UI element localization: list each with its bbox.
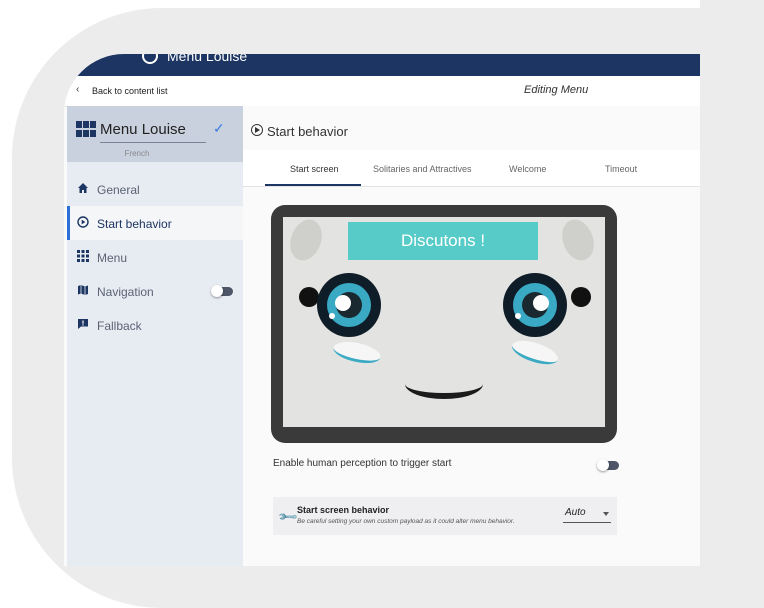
menu-header: Menu Louise ✓ French <box>67 106 243 162</box>
sidebar: Menu Louise ✓ French General Start behav… <box>67 106 243 566</box>
play-circle-icon <box>77 216 91 230</box>
back-to-content-list-link[interactable]: Back to content list <box>92 86 168 96</box>
welcome-banner: Discutons ! <box>348 222 538 260</box>
sidebar-item-general[interactable]: General <box>67 172 243 206</box>
start-screen-behavior-select[interactable]: Auto <box>563 504 611 523</box>
navigation-toggle[interactable] <box>211 285 233 297</box>
chevron-down-icon <box>603 512 609 516</box>
smile-shape <box>405 369 483 399</box>
tab-solitaries-and-attractives[interactable]: Solitaries and Attractives <box>373 164 472 174</box>
toggle-knob <box>211 285 223 297</box>
play-circle-icon <box>251 124 263 136</box>
left-ear-shape <box>284 217 328 265</box>
start-screen-behavior-hint: Be careful setting your own custom paylo… <box>297 518 515 525</box>
menu-grid-icon <box>76 121 96 137</box>
grid-icon <box>77 250 91 264</box>
tab-bar: Start screen Solitaries and Attractives … <box>243 150 764 187</box>
app-logo-icon <box>142 54 158 64</box>
right-tear-shape <box>509 336 561 369</box>
back-arrow-icon[interactable]: ‹ <box>76 84 79 95</box>
sidebar-item-start-behavior[interactable]: Start behavior <box>67 206 243 240</box>
tab-welcome[interactable]: Welcome <box>509 164 546 174</box>
active-indicator <box>67 206 70 240</box>
app-title: Menu Louise <box>167 54 248 64</box>
active-tab-indicator <box>265 184 361 186</box>
right-ear-shape <box>556 217 600 265</box>
menu-name[interactable]: Menu Louise <box>100 121 186 138</box>
sidebar-item-label: General <box>97 183 140 197</box>
sidebar-item-navigation[interactable]: Navigation <box>67 274 243 308</box>
sidebar-item-label: Menu <box>97 251 128 265</box>
frame-right-edge <box>700 0 764 605</box>
right-outer-dot <box>571 287 591 307</box>
start-screen-behavior-title: Start screen behavior <box>297 505 390 515</box>
perception-toggle[interactable] <box>597 459 619 471</box>
app-window: Menu Louise ‹ Back to content list Editi… <box>64 54 764 566</box>
sub-bar: ‹ Back to content list Editing Menu <box>64 76 764 107</box>
alert-message-icon <box>77 318 91 332</box>
top-bar: Menu Louise <box>64 54 764 76</box>
sidebar-item-label: Navigation <box>97 285 154 299</box>
section-title: Start behavior <box>267 124 348 139</box>
sidebar-item-label: Fallback <box>97 319 142 333</box>
tab-timeout[interactable]: Timeout <box>605 164 637 174</box>
tab-start-screen[interactable]: Start screen <box>290 164 339 174</box>
menu-language: French <box>124 149 150 158</box>
start-screen-behavior-card: 🔧 Start screen behavior Be careful setti… <box>273 497 617 535</box>
sidebar-item-fallback[interactable]: Fallback <box>67 308 243 342</box>
select-value: Auto <box>565 507 586 518</box>
right-eye <box>503 273 567 337</box>
sidebar-item-menu[interactable]: Menu <box>67 240 243 274</box>
home-icon <box>77 182 91 196</box>
left-tear-shape <box>331 338 383 367</box>
start-screen-preview: Discutons ! <box>271 205 617 443</box>
editing-label: Editing Menu <box>524 84 589 96</box>
left-outer-dot <box>299 287 319 307</box>
left-eye <box>317 273 381 337</box>
toggle-knob <box>597 459 609 471</box>
menu-name-underline <box>100 142 206 143</box>
check-icon[interactable]: ✓ <box>213 120 225 137</box>
robot-face-image: Discutons ! <box>283 217 605 427</box>
perception-label: Enable human perception to trigger start <box>273 458 452 469</box>
main-content: Start behavior Start screen Solitaries a… <box>243 106 764 566</box>
sidebar-item-label: Start behavior <box>97 217 172 231</box>
map-icon <box>77 284 91 298</box>
